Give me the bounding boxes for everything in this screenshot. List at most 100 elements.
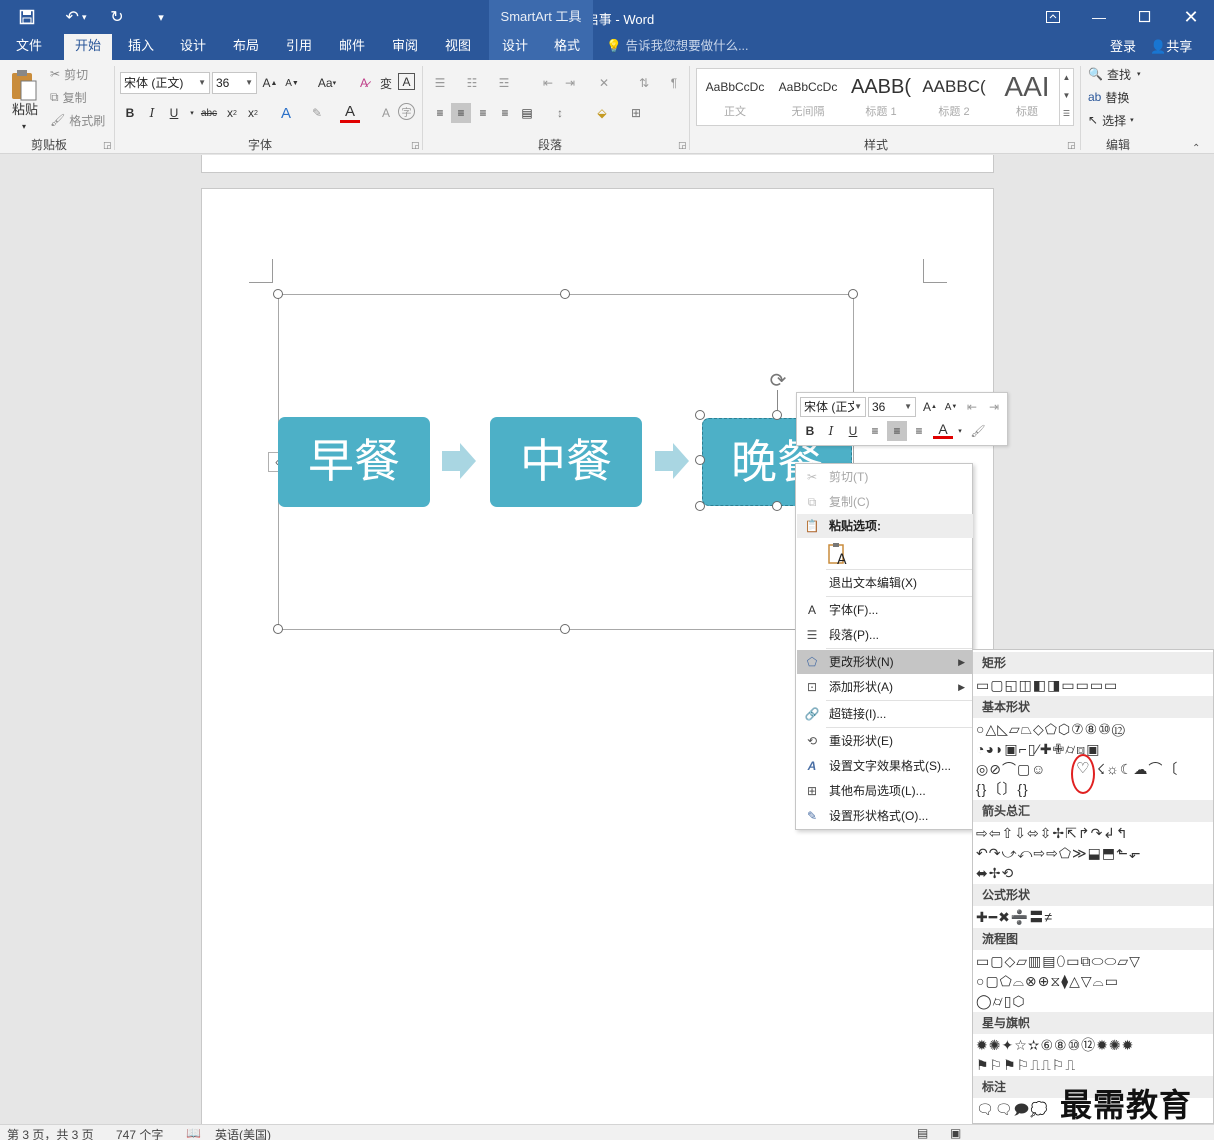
- align-right-icon[interactable]: ≡: [909, 421, 929, 441]
- justify-icon[interactable]: ≡: [495, 103, 515, 123]
- resize-handle[interactable]: [695, 501, 705, 511]
- font-launcher-icon[interactable]: ◲: [411, 140, 420, 151]
- paste-dropdown-icon[interactable]: ▾: [22, 116, 26, 136]
- menu-item-copy[interactable]: ⧉ 复制(C): [797, 490, 973, 514]
- cut-button[interactable]: ✂ 剪切: [50, 64, 88, 84]
- menu-item-hyperlink[interactable]: 🔗 超链接(I)...: [797, 702, 973, 726]
- line-spacing-icon[interactable]: ↕: [550, 103, 570, 123]
- customize-qat-icon[interactable]: ▾: [152, 6, 170, 28]
- resize-handle[interactable]: [560, 624, 570, 634]
- style-heading-1[interactable]: AABB(标题 1: [845, 71, 917, 123]
- shape-row-flowchart-3[interactable]: ◯⌭▯⬡: [976, 992, 1026, 1010]
- minimize-button[interactable]: —: [1076, 0, 1122, 34]
- page-count[interactable]: 第 3 页，共 3 页: [7, 1126, 94, 1140]
- clear-formatting-icon[interactable]: A̷: [354, 73, 374, 93]
- menu-item-paragraph[interactable]: ☰ 段落(P)...: [797, 623, 973, 647]
- menu-item-format-shape[interactable]: ✎ 设置形状格式(O)...: [797, 804, 973, 828]
- redo-icon[interactable]: ↻: [106, 6, 128, 28]
- tab-design[interactable]: 设计: [170, 34, 216, 60]
- shape-row-flowchart-1[interactable]: ▭▢◇▱▥▤⬯▭⧉⬭⬭▱▽: [976, 952, 1141, 970]
- share-button[interactable]: 👤共享: [1150, 34, 1192, 59]
- decrease-indent-icon[interactable]: ⇤: [962, 397, 982, 417]
- align-center-icon[interactable]: ≡: [887, 421, 907, 441]
- menu-item-change-shape[interactable]: ⬠ 更改形状(N) ▶: [797, 650, 973, 674]
- tab-review[interactable]: 审阅: [382, 34, 428, 60]
- italic-icon[interactable]: I: [821, 421, 841, 441]
- decrease-indent-icon[interactable]: ⇤: [538, 73, 558, 93]
- shading-icon[interactable]: ⬙: [592, 103, 612, 123]
- close-button[interactable]: ✕: [1168, 0, 1214, 34]
- chinese-layout-icon[interactable]: ✕: [594, 73, 614, 93]
- copy-button[interactable]: ⧉ 复制: [50, 87, 87, 107]
- shape-row-arrows-3[interactable]: ⬌✢⟲: [976, 864, 1014, 882]
- shape-row-equation[interactable]: ✚━✖➗〓≠: [976, 908, 1053, 926]
- font-name-combo[interactable]: 宋体 (正文) ▼: [120, 72, 210, 94]
- tab-view[interactable]: 视图: [435, 34, 481, 60]
- subscript-icon[interactable]: x2: [222, 103, 242, 123]
- paragraph-launcher-icon[interactable]: ◲: [678, 140, 687, 151]
- text-effects-icon[interactable]: A: [276, 103, 296, 123]
- undo-icon[interactable]: ↶ ▾: [58, 6, 94, 28]
- resize-handle[interactable]: [848, 289, 858, 299]
- phonetic-guide-icon[interactable]: 変: [376, 73, 396, 93]
- resize-handle[interactable]: [273, 289, 283, 299]
- highlight-color-icon[interactable]: ✎: [307, 103, 327, 123]
- print-layout-icon[interactable]: ▣: [950, 1126, 961, 1140]
- resize-handle[interactable]: [695, 410, 705, 420]
- style-no-spacing[interactable]: AaBbCcDc 无间隔: [772, 71, 844, 123]
- language-indicator[interactable]: 英语(美国): [215, 1126, 271, 1140]
- font-color-dropdown-icon[interactable]: ▾: [950, 421, 970, 441]
- menu-item-text-effects[interactable]: A 设置文字效果格式(S)...: [797, 754, 973, 778]
- style-normal[interactable]: AaBbCcDc 正文: [699, 71, 771, 123]
- superscript-icon[interactable]: x2: [243, 103, 263, 123]
- sort-icon[interactable]: ⇅: [634, 73, 654, 93]
- menu-item-cut[interactable]: ✂ 剪切(T): [797, 465, 973, 489]
- menu-item-layout-options[interactable]: ⊞ 其他布局选项(L)...: [797, 779, 973, 803]
- shape-row-rectangles[interactable]: ▭▢◱◫◧◨▭▭▭▭: [976, 676, 1118, 694]
- shape-row-stars-2[interactable]: ⚑⚐⚑⚐⎍⎍⚐⎍: [976, 1056, 1076, 1074]
- shape-row-callouts[interactable]: 🗨🗨🗩💭: [976, 1100, 1049, 1118]
- styles-scroll[interactable]: ▲ ▼ ☰: [1059, 69, 1073, 125]
- tab-smartart-design[interactable]: 设计: [489, 34, 541, 60]
- rotate-handle-icon[interactable]: ⟳: [767, 370, 789, 392]
- shape-row-arrows-2[interactable]: ↶↷⤻⤺⇨⇨⬠≫⬓⬒⬑⬐: [976, 844, 1142, 862]
- font-size-combo[interactable]: 36 ▼: [212, 72, 257, 94]
- shape-row-basic-1[interactable]: ○△◺▱⏢◇⬠⬡⑦⑧⑩⑫: [976, 720, 1126, 738]
- mini-size-combo[interactable]: 36 ▼: [868, 397, 916, 417]
- distributed-icon[interactable]: ▤: [517, 103, 537, 123]
- align-center-icon[interactable]: ≡: [451, 103, 471, 123]
- numbering-icon[interactable]: ☷: [462, 73, 482, 93]
- resize-handle[interactable]: [695, 455, 705, 465]
- tab-references[interactable]: 引用: [276, 34, 322, 60]
- underline-icon[interactable]: U: [843, 421, 863, 441]
- enclose-characters-icon[interactable]: 字: [398, 103, 415, 120]
- paste-keep-text-only-icon[interactable]: A: [828, 542, 850, 568]
- style-heading-2[interactable]: AABBC(标题 2: [918, 71, 990, 123]
- underline-icon[interactable]: U: [164, 103, 184, 123]
- tab-file[interactable]: 文件: [6, 34, 52, 60]
- login-link[interactable]: 登录: [1110, 34, 1136, 59]
- styles-launcher-icon[interactable]: ◲: [1067, 140, 1076, 151]
- replace-button[interactable]: ab 替换: [1088, 87, 1129, 107]
- tab-mailings[interactable]: 邮件: [329, 34, 375, 60]
- menu-item-font[interactable]: A 字体(F)...: [797, 598, 973, 622]
- smartart-node-lunch[interactable]: 中餐: [490, 417, 642, 507]
- borders-icon[interactable]: ⊞: [626, 103, 646, 123]
- align-left-icon[interactable]: ≡: [865, 421, 885, 441]
- bold-icon[interactable]: B: [120, 103, 140, 123]
- word-count[interactable]: 747 个字: [116, 1126, 163, 1140]
- shape-row-arrows-1[interactable]: ⇨⇦⇧⇩⬄⇳✢⇱↱↷↲↰: [976, 824, 1129, 842]
- show-marks-icon[interactable]: ¶: [664, 73, 684, 93]
- proofing-icon[interactable]: 📖: [186, 1126, 201, 1140]
- smartart-node-breakfast[interactable]: 早餐: [278, 417, 430, 507]
- resize-handle[interactable]: [273, 624, 283, 634]
- change-case-button[interactable]: Aa ▾: [312, 73, 342, 93]
- read-mode-icon[interactable]: ▤: [917, 1126, 928, 1140]
- multilevel-list-icon[interactable]: ☲: [494, 73, 514, 93]
- increase-indent-icon[interactable]: ⇥: [560, 73, 580, 93]
- grow-font-icon[interactable]: A ▲: [260, 73, 280, 93]
- save-icon[interactable]: [14, 6, 40, 28]
- shape-row-flowchart-2[interactable]: ○▢⬠⌓⊗⊕⧖⧫△▽⌓▭: [976, 972, 1119, 990]
- character-border-icon[interactable]: A: [398, 73, 415, 90]
- tab-smartart-format[interactable]: 格式: [541, 34, 593, 60]
